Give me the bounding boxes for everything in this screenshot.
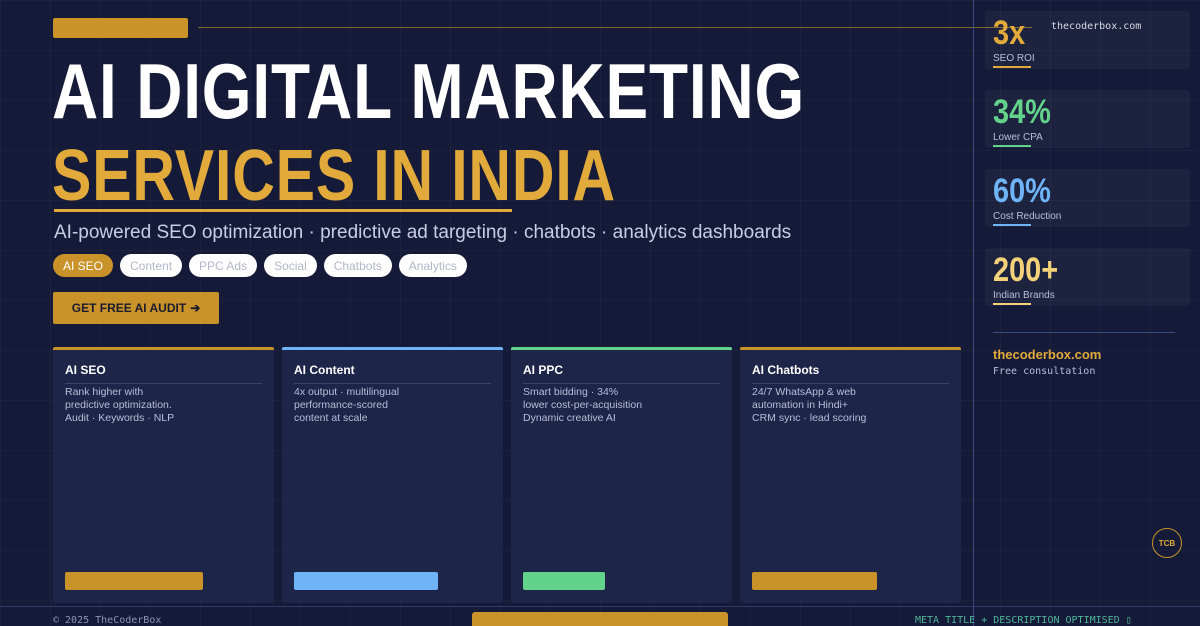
stat-value: 3x: [993, 14, 1026, 52]
free-audit-label: GET FREE AI AUDIT: [71, 301, 187, 315]
card-description-line: predictive optimization.: [65, 399, 172, 411]
stat-value: 60%: [993, 172, 1051, 210]
footer-meta-note: META TITLE + DESCRIPTION OPTIMISED ▯: [915, 615, 1132, 626]
card-bar[interactable]: [294, 572, 438, 590]
tcb-logo-badge: TCB: [1152, 528, 1182, 558]
card-description-line: lower cost-per-acquisition: [523, 399, 643, 411]
card-title: AI Chatbots: [752, 363, 949, 384]
hero-subtitle: AI-powered SEO optimization · predictive…: [54, 222, 792, 243]
service-card-ai-content[interactable]: AI Content 4x output · multilingual perfor…: [282, 347, 503, 603]
card-description-line: automation in Hindi+: [752, 399, 849, 411]
card-description-line: Dynamic creative AI: [523, 412, 616, 424]
footer-accent-bar: [472, 612, 728, 626]
stat-underline: [993, 224, 1031, 226]
arrow-right-icon: ➔: [190, 301, 201, 315]
footer-copyright: © 2025 TheCoderBox: [53, 615, 162, 626]
hero-title-underline: [54, 209, 512, 212]
card-description-line: 4x output · multilingual: [294, 386, 400, 398]
top-accent-bar: [53, 18, 188, 38]
tag-ppc-ads[interactable]: PPC Ads: [189, 254, 258, 277]
tag-analytics[interactable]: Analytics: [398, 254, 467, 277]
card-description-line: Smart bidding · 34%: [523, 386, 619, 398]
card-description: 24/7 WhatsApp & web automation in Hindi+ C…: [752, 386, 949, 425]
card-description-line: Audit · Keywords · NLP: [65, 412, 175, 424]
stat-label: Lower CPA: [993, 132, 1043, 143]
tag-social[interactable]: Social: [264, 254, 317, 277]
service-card-ai-seo[interactable]: AI SEO Rank higher with predictive optimiz…: [53, 347, 274, 603]
service-card-ai-chatbots[interactable]: AI Chatbots 24/7 WhatsApp & web automation…: [740, 347, 961, 603]
top-rule: [198, 27, 1032, 28]
card-description-line: 24/7 WhatsApp & web: [752, 386, 856, 398]
card-description-line: Rank higher with: [65, 386, 144, 398]
site-tag: thecoderbox.com: [1051, 21, 1142, 32]
stat-card: 3x SEO ROI: [985, 11, 1190, 69]
card-description: 4x output · multilingual performance-scor…: [294, 386, 491, 425]
stat-card: 60% Cost Reduction: [985, 169, 1190, 227]
card-description: Smart bidding · 34% lower cost-per-acquis…: [523, 386, 720, 425]
vertical-divider: [973, 0, 974, 626]
stat-label: SEO ROI: [993, 53, 1035, 64]
stat-underline: [993, 145, 1031, 147]
service-tags: AI SEO Content PPC Ads Social Chatbots Analyt…: [53, 254, 467, 277]
sidebar-subtext: Free consultation: [993, 366, 1096, 377]
tag-content[interactable]: Content: [120, 254, 183, 277]
card-title-text: AI PPC: [523, 363, 564, 377]
footer-rule: [0, 606, 1200, 607]
service-card-ai-ppc[interactable]: AI PPC Smart bidding · 34% lower cost-per-…: [511, 347, 732, 603]
card-bar[interactable]: [523, 572, 605, 590]
stat-value: 34%: [993, 93, 1051, 131]
card-title-text: AI Chatbots: [752, 363, 820, 377]
free-audit-button[interactable]: GET FREE AI AUDIT ➔: [53, 292, 219, 324]
card-title: AI Content: [294, 363, 491, 384]
hero-title-line1: AI DIGITAL MARKETING: [52, 47, 806, 135]
tag-ai-seo[interactable]: AI SEO: [53, 254, 114, 277]
card-bar[interactable]: [65, 572, 203, 590]
card-title-text: AI Content: [294, 363, 355, 377]
stat-card: 200+ Indian Brands: [985, 248, 1190, 306]
card-title: AI PPC: [523, 363, 720, 384]
stat-card: 34% Lower CPA: [985, 90, 1190, 148]
sidebar-brand-link[interactable]: thecoderbox.com: [993, 347, 1101, 362]
stat-underline: [993, 303, 1031, 305]
card-title-text: AI SEO: [65, 363, 106, 377]
card-description-line: CRM sync · lead scoring: [752, 412, 867, 424]
tag-chatbots[interactable]: Chatbots: [323, 254, 392, 277]
card-title: AI SEO: [65, 363, 262, 384]
card-description-line: content at scale: [294, 412, 368, 424]
card-description: Rank higher with predictive optimization.…: [65, 386, 262, 425]
hero-title-line2: SERVICES IN INDIA: [52, 136, 617, 216]
sidebar-rule: [993, 332, 1175, 333]
card-description-line: performance-scored: [294, 399, 388, 411]
card-bar[interactable]: [752, 572, 877, 590]
stat-label: Cost Reduction: [993, 211, 1062, 222]
stat-value: 200+: [993, 251, 1059, 289]
stat-label: Indian Brands: [993, 290, 1055, 301]
stat-underline: [993, 66, 1031, 68]
